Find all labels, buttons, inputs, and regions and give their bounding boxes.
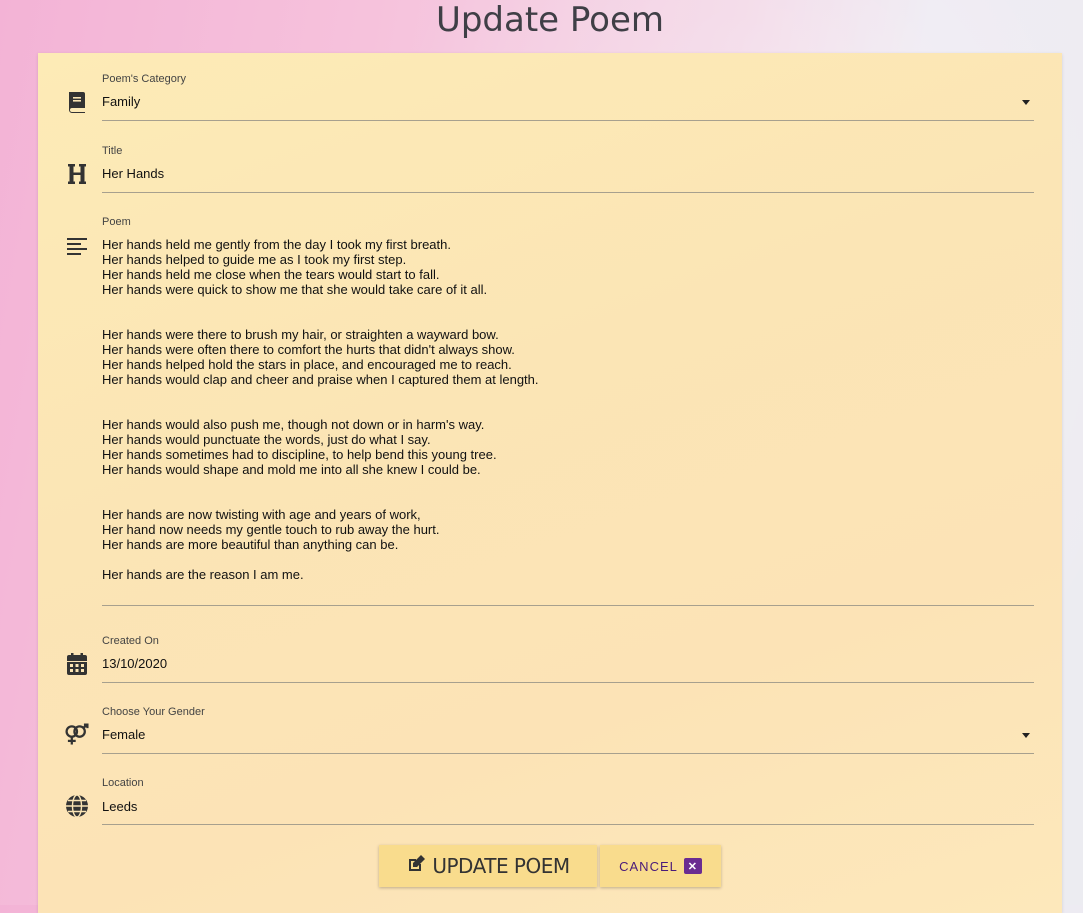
edit-icon	[406, 854, 426, 879]
page-title: Update Poem	[435, 0, 665, 40]
poem-label: Poem	[102, 216, 131, 228]
category-underline	[102, 120, 1034, 121]
cancel-button[interactable]: CANCEL ✕	[600, 845, 721, 887]
title-input[interactable]: Her Hands	[102, 166, 1032, 181]
location-input[interactable]: Leeds	[102, 799, 1032, 814]
chevron-down-icon[interactable]	[1022, 100, 1030, 105]
poem-stanza: Her hands are now twisting with age and …	[102, 507, 440, 552]
gender-select-value[interactable]: Female	[102, 727, 1032, 742]
poem-underline	[102, 605, 1034, 606]
update-poem-label: UPDATE POEM	[432, 854, 570, 878]
created-on-label: Created On	[102, 635, 159, 647]
align-left-icon	[64, 233, 90, 259]
gender-underline	[102, 753, 1034, 754]
update-poem-form: Poem's Category Family Title Her Hands P…	[38, 53, 1062, 913]
title-underline	[102, 192, 1034, 193]
title-label: Title	[102, 145, 123, 157]
venus-mars-icon	[64, 722, 90, 748]
gender-label: Choose Your Gender	[102, 706, 205, 718]
category-label: Poem's Category	[102, 73, 187, 85]
poem-textarea[interactable]: Her hands held me gently from the day I …	[102, 237, 1032, 582]
created-on-underline	[102, 682, 1034, 683]
created-on-input[interactable]: 13/10/2020	[102, 656, 1032, 671]
update-poem-button[interactable]: UPDATE POEM	[379, 845, 597, 887]
poem-stanza: Her hands held me gently from the day I …	[102, 237, 488, 297]
category-select-value[interactable]: Family	[102, 94, 1032, 109]
location-underline	[102, 824, 1034, 825]
globe-icon	[64, 793, 90, 819]
calendar-icon	[64, 651, 90, 677]
close-icon: ✕	[683, 858, 702, 874]
poem-stanza: Her hands were there to brush my hair, o…	[102, 327, 539, 387]
heading-icon	[64, 161, 90, 187]
location-label: Location	[102, 777, 144, 789]
cancel-label: CANCEL	[619, 858, 678, 874]
chevron-down-icon[interactable]	[1022, 733, 1030, 738]
poem-stanza: Her hands would also push me, though not…	[102, 417, 497, 477]
poem-stanza: Her hands are the reason I am me.	[102, 567, 304, 582]
book-icon	[64, 89, 90, 115]
